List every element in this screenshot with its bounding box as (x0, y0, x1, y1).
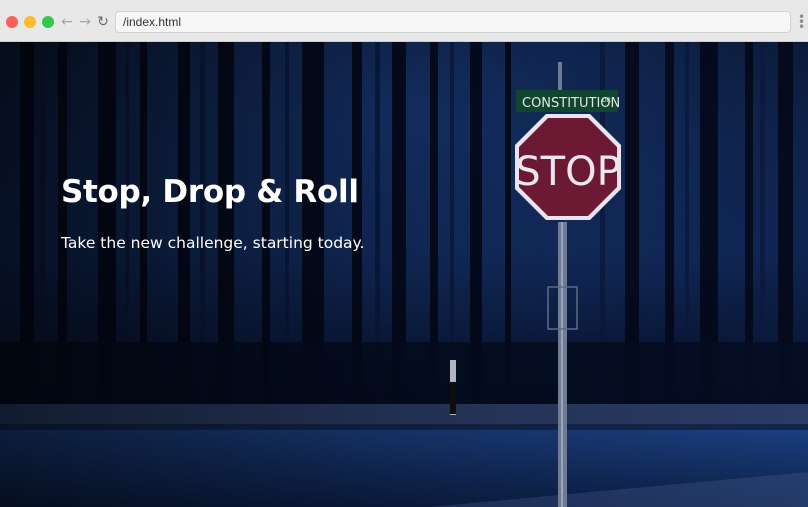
page-viewport: CONSTITUTION DR STOP Stop, Drop & Roll T… (0, 42, 808, 507)
forward-arrow-icon[interactable]: → (77, 13, 93, 31)
address-bar[interactable]: /index.html (115, 11, 791, 33)
window-close-button[interactable] (6, 16, 18, 28)
browser-toolbar: ← → ↻ /index.html • • • (0, 0, 808, 42)
hero-title: Stop, Drop & Roll (61, 174, 359, 210)
stop-sign-text: STOP (515, 149, 620, 195)
window-minimize-button[interactable] (24, 16, 36, 28)
back-arrow-icon[interactable]: ← (59, 13, 75, 31)
street-sign-suffix: DR (602, 97, 611, 104)
hero-background-image: CONSTITUTION DR STOP (0, 42, 808, 507)
window-maximize-button[interactable] (42, 16, 54, 28)
hero-subtitle: Take the new challenge, starting today. (61, 234, 365, 252)
vertical-dots-menu-icon[interactable]: • • • (798, 11, 805, 33)
address-text: /index.html (123, 15, 182, 29)
reload-icon[interactable]: ↻ (95, 13, 111, 31)
